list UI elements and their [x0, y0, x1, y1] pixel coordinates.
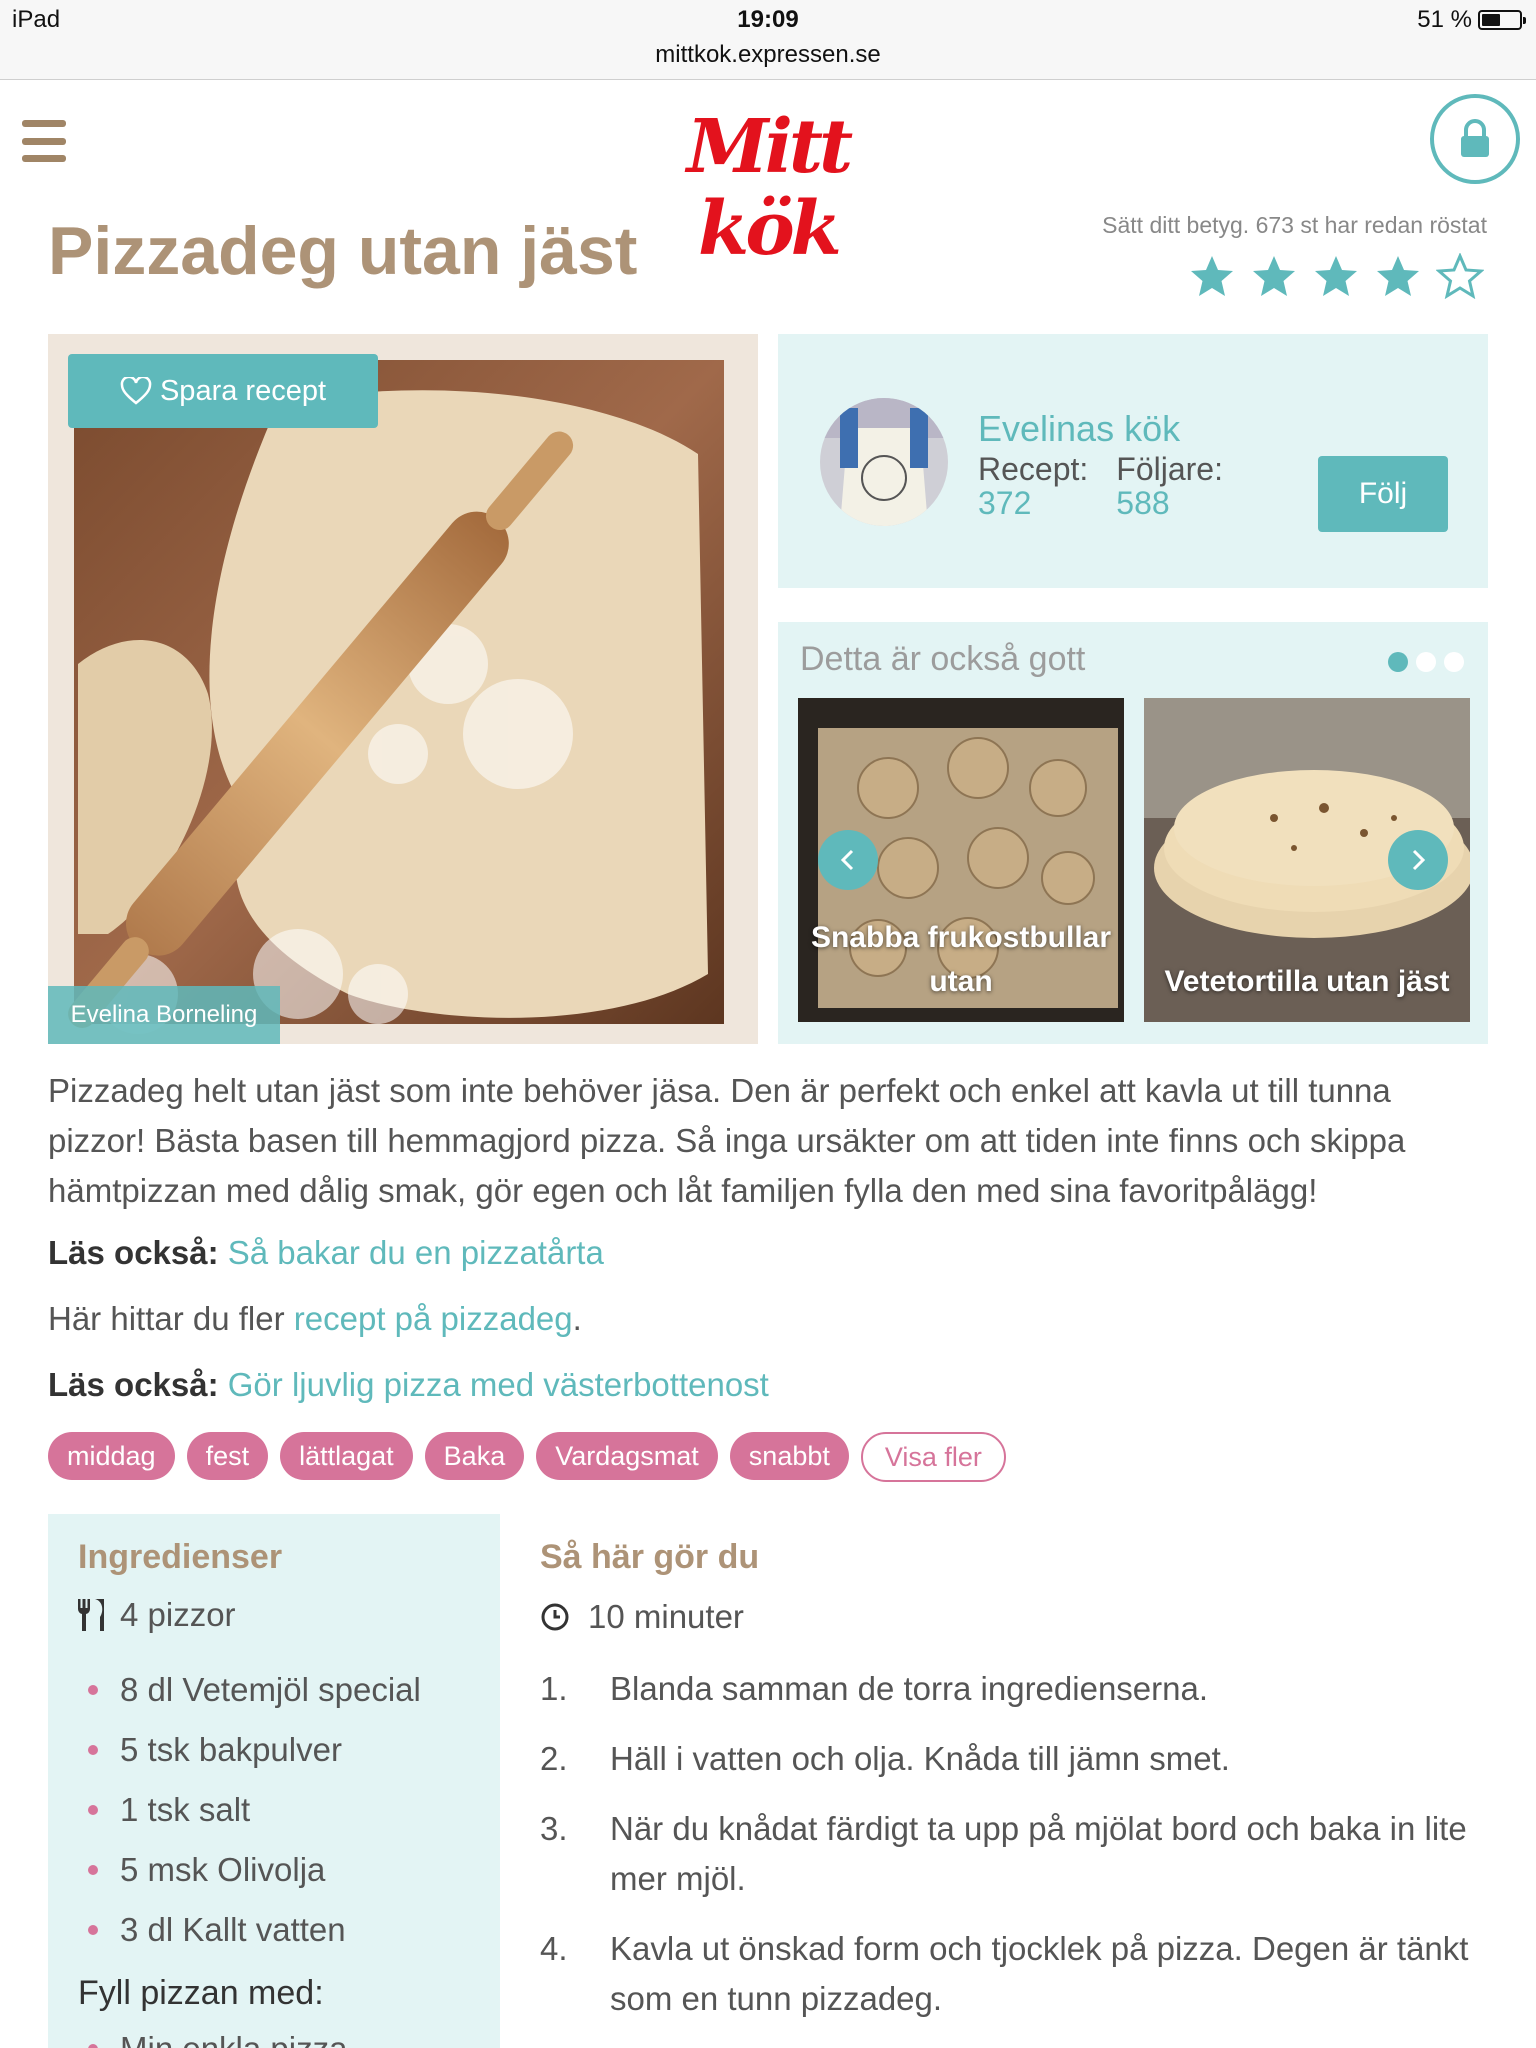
heart-icon [120, 377, 152, 405]
ingredient-item: 3 dl Kallt vatten [84, 1900, 421, 1960]
followers-label: Följare: [1116, 451, 1223, 487]
chevron-right-icon [1412, 849, 1426, 871]
status-bar: iPad 19:09 mittkok.expressen.se 51 % [0, 0, 1536, 80]
star-rating[interactable] [1188, 253, 1484, 299]
ingredient-item: 5 tsk bakpulver [84, 1720, 421, 1780]
ingredients-panel: Ingredienser 4 pizzor 8 dl Vetemjöl spec… [48, 1514, 500, 2048]
recipe-description: Pizzadeg helt utan jäst som inte behöver… [48, 1072, 1406, 1209]
author-stats: Recept: 372 Följare: 588 [978, 452, 1223, 520]
ingredient-item: 5 msk Olivolja [84, 1840, 421, 1900]
author-name[interactable]: Evelinas kök [978, 408, 1180, 450]
battery-status: 51 % [1417, 6, 1526, 34]
save-recipe-button[interactable]: Spara recept [68, 354, 378, 428]
rolling-pin-dough-photo [68, 360, 724, 1034]
tag-middag[interactable]: middag [48, 1432, 175, 1480]
recipes-label: Recept: [978, 451, 1089, 487]
save-recipe-label: Spara recept [159, 374, 327, 407]
tag-list: middag fest lättlagat Baka Vardagsmat sn… [48, 1432, 1006, 1482]
ingredient-item: 8 dl Vetemjöl special [84, 1660, 421, 1720]
recipes-stat: Recept: 372 [978, 452, 1088, 520]
carousel-dots [1388, 652, 1464, 672]
more-recipes-prefix: Här hittar du fler [48, 1300, 294, 1337]
author-card: Evelinas kök Recept: 372 Följare: 588 Fö… [778, 334, 1488, 588]
cooking-time: 10 minuter [540, 1598, 744, 1636]
read-also-line-2: Läs också: Gör ljuvlig pizza med västerb… [48, 1366, 769, 1404]
cooking-time-label: 10 minuter [588, 1598, 744, 1635]
author-avatar[interactable] [820, 398, 948, 526]
tag-snabbt[interactable]: snabbt [729, 1432, 849, 1480]
read-also-link[interactable]: Gör ljuvlig pizza med västerbottenost [228, 1366, 769, 1403]
recipes-count: 372 [978, 485, 1032, 521]
carousel-dot[interactable] [1444, 652, 1464, 672]
show-more-tags-button[interactable]: Visa fler [860, 1432, 1006, 1482]
more-recipes-suffix: . [572, 1300, 582, 1337]
clock-icon [541, 1603, 569, 1631]
clock: 19:09 [737, 6, 799, 33]
more-recipes-line: Här hittar du fler recept på pizzadeg. [48, 1300, 582, 1338]
login-lock-button[interactable] [1430, 94, 1520, 184]
fill-item[interactable]: Min enkla pizza [84, 2024, 347, 2048]
recipe-image [48, 334, 758, 1044]
read-also-label: Läs också: [48, 1234, 219, 1271]
carousel-dot[interactable] [1416, 652, 1436, 672]
star-filled-icon[interactable] [1374, 253, 1422, 299]
site-logo[interactable]: Mitt kök [636, 106, 900, 270]
instruction-step: 3. När du knådat färdigt ta upp på mjölat… [540, 1810, 1467, 1897]
tag-baka[interactable]: Baka [424, 1432, 525, 1480]
read-also-label: Läs också: [48, 1366, 219, 1403]
portions[interactable]: 4 pizzor [76, 1596, 236, 1634]
carousel-next-button[interactable] [1388, 830, 1448, 890]
follow-button[interactable]: Följ [1318, 456, 1448, 532]
instruction-step: 2. Häll i vatten och olja. Knåda till jäm… [540, 1740, 1230, 1777]
instruction-step: 1. Blanda samman de torra ingredienserna. [540, 1670, 1209, 1707]
battery-icon [1478, 10, 1526, 30]
address-bar-url[interactable]: mittkok.expressen.se [0, 41, 1536, 69]
star-filled-icon[interactable] [1188, 253, 1236, 299]
cutlery-icon [77, 1599, 104, 1631]
portions-label: 4 pizzor [120, 1596, 236, 1633]
ingredients-title: Ingredienser [78, 1538, 283, 1576]
ingredient-list: 8 dl Vetemjöl special 5 tsk bakpulver 1 … [84, 1660, 421, 1960]
ingredient-item: 1 tsk salt [84, 1780, 421, 1840]
hamburger-menu-icon[interactable] [22, 120, 66, 162]
followers-stat: Följare: 588 [1116, 452, 1223, 520]
more-recipes-link[interactable]: recept på pizzadeg [294, 1300, 573, 1337]
read-also-link[interactable]: Så bakar du en pizzatårta [228, 1234, 604, 1271]
read-also-line-1: Läs också: Så bakar du en pizzatårta [48, 1234, 604, 1272]
battery-percent: 51 % [1417, 6, 1472, 33]
lock-icon [1461, 119, 1489, 157]
page-title: Pizzadeg utan jäst [48, 213, 638, 289]
instructions-title: Så här gör du [540, 1538, 760, 1576]
carousel-prev-button[interactable] [818, 830, 878, 890]
photo-credit: Evelina Borneling [48, 986, 280, 1044]
rating-text: Sätt ditt betyg. 673 st har redan röstat [1102, 212, 1487, 238]
chevron-left-icon [840, 849, 854, 871]
carousel-dot[interactable] [1388, 652, 1408, 672]
fill-title: Fyll pizzan med: [78, 1974, 324, 2012]
suggestion-label: Snabba frukostbullar utan [810, 921, 1112, 998]
tag-lattlagat[interactable]: lättlagat [280, 1432, 413, 1480]
suggestions-carousel: Detta är också gott Snabba frukostbullar… [778, 622, 1488, 1044]
star-filled-icon[interactable] [1312, 253, 1360, 299]
tag-fest[interactable]: fest [186, 1432, 269, 1480]
star-filled-icon[interactable] [1250, 253, 1298, 299]
suggestion-label: Vetetortilla utan jäst [1164, 965, 1450, 998]
instruction-step: 4. Kavla ut önskad form och tjocklek på p… [540, 1930, 1469, 2017]
tag-vardagsmat[interactable]: Vardagsmat [536, 1432, 718, 1480]
fill-list: Min enkla pizza [84, 2024, 347, 2048]
star-empty-icon[interactable] [1436, 253, 1484, 299]
followers-count: 588 [1116, 485, 1170, 521]
suggestions-title: Detta är också gott [800, 640, 1086, 678]
